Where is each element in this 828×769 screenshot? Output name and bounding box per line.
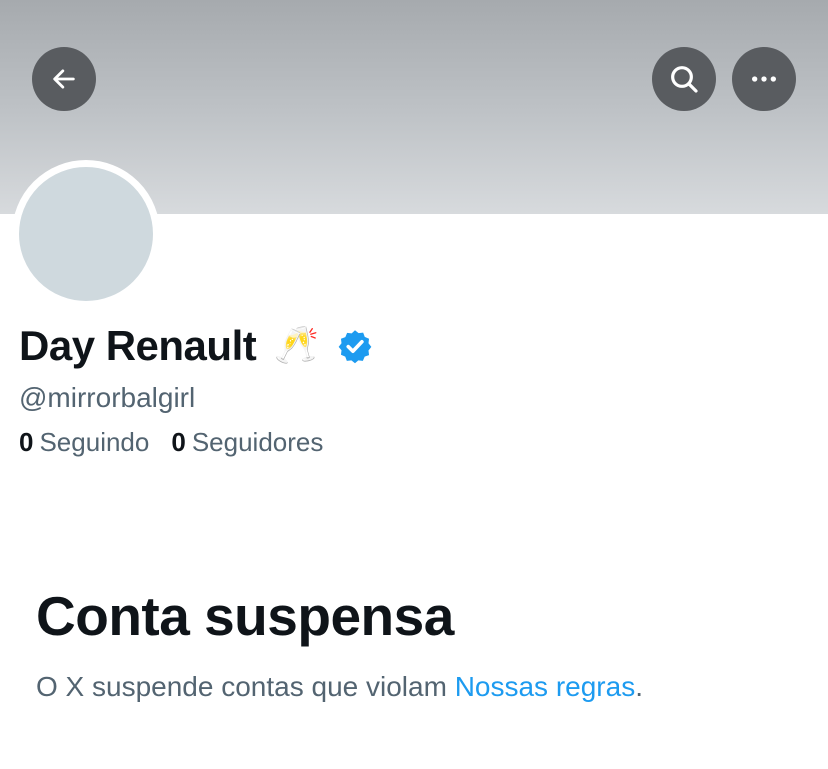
following-count: 0 bbox=[19, 427, 34, 457]
more-options-button[interactable] bbox=[732, 47, 796, 111]
back-button[interactable] bbox=[32, 47, 96, 111]
display-name: Day Renault bbox=[19, 322, 257, 369]
verified-badge-icon[interactable] bbox=[337, 328, 373, 364]
champagne-emoji: 🥂 bbox=[274, 325, 320, 366]
suspended-title: Conta suspensa bbox=[36, 585, 454, 647]
arrow-left-icon bbox=[53, 69, 75, 89]
profile-name-row: Day Renault 🥂 bbox=[19, 322, 373, 370]
suspended-message-text: O X suspende contas que violam bbox=[36, 671, 455, 702]
followers-count: 0 bbox=[171, 427, 186, 457]
search-button[interactable] bbox=[652, 47, 716, 111]
suspended-message-period: . bbox=[635, 671, 643, 702]
suspended-message: O X suspende contas que violam Nossas re… bbox=[36, 671, 643, 703]
more-horizontal-icon bbox=[752, 76, 776, 82]
followers-label: Seguidores bbox=[191, 427, 324, 457]
profile-handle: @mirrorbalgirl bbox=[19, 382, 196, 413]
avatar[interactable] bbox=[12, 160, 160, 308]
following-link[interactable]: 0 Seguindo bbox=[19, 427, 149, 458]
following-label: Seguindo bbox=[39, 427, 150, 457]
profile-page: Day Renault 🥂 @mirrorbalgirl 0 Seguindo … bbox=[0, 0, 828, 769]
follow-stats: 0 Seguindo 0 Seguidores bbox=[19, 427, 345, 458]
rules-link[interactable]: Nossas regras bbox=[455, 671, 636, 702]
search-icon bbox=[671, 66, 698, 93]
followers-link[interactable]: 0 Seguidores bbox=[171, 427, 323, 458]
